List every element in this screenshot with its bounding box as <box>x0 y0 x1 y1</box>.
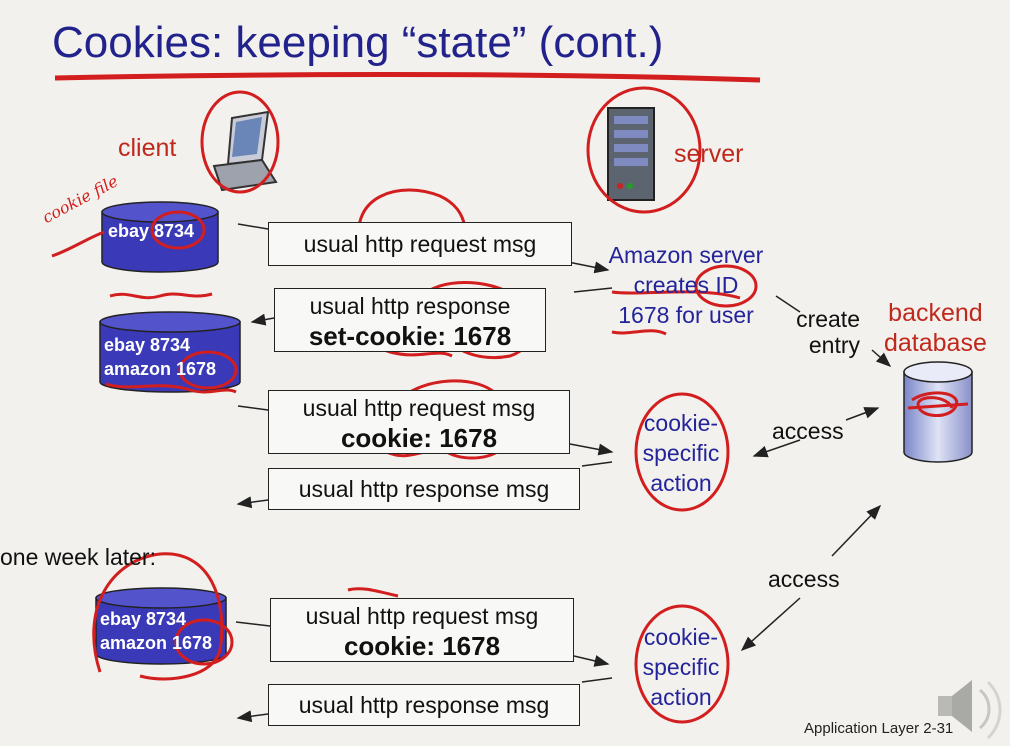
create-label-line-1: create <box>796 306 860 332</box>
action-line-3: action <box>650 684 712 710</box>
access-label-2: access <box>768 566 840 592</box>
message-text: usual http response msg <box>298 692 550 718</box>
server-label: server <box>674 140 744 168</box>
backend-label-line-1: backend <box>888 299 983 327</box>
cookie-specific-action-1: cookie- specific action <box>626 408 736 498</box>
title-underline <box>54 72 761 83</box>
action-line-2: specific <box>642 440 720 466</box>
one-week-later-label: one week later: <box>0 544 156 570</box>
backend-label-line-2: database <box>884 329 987 357</box>
message-text: usual http request msg <box>303 231 537 257</box>
message-response-set-cookie: usual http response set-cookie: 1678 <box>274 288 546 352</box>
set-cookie-header: set-cookie: 1678 <box>308 321 512 351</box>
message-response-3: usual http response msg <box>268 684 580 726</box>
disk2-entry-amazon: amazon 1678 <box>104 359 217 379</box>
message-text: usual http response msg <box>298 476 550 502</box>
disk3-entry-ebay: ebay 8734 <box>100 609 187 629</box>
create-label-line-2: entry <box>808 332 860 358</box>
message-response-2: usual http response msg <box>268 468 580 510</box>
action-line-3: action <box>650 470 712 496</box>
cookie-specific-action-2: cookie- specific action <box>626 622 736 712</box>
disk1-entry-ebay: ebay 8734 <box>108 221 195 241</box>
message-request-cookie-2: usual http request msg cookie: 1678 <box>270 598 574 662</box>
database-icon <box>903 361 973 463</box>
message-request-1: usual http request msg <box>268 222 572 266</box>
client-label: client <box>118 134 177 162</box>
amazon-note-line-3: 1678 for user <box>618 302 754 328</box>
access-label-1: access <box>772 418 844 444</box>
action-line-2: specific <box>642 654 720 680</box>
action-line-1: cookie- <box>643 624 719 650</box>
amazon-note-line-1: Amazon server <box>608 242 764 268</box>
cookie-header: cookie: 1678 <box>343 631 501 661</box>
message-text: usual http request msg <box>305 603 539 629</box>
slide-footer: Application Layer 2-31 <box>804 720 954 737</box>
amazon-server-note: Amazon server creates ID 1678 for user <box>596 240 776 330</box>
cookie-header: cookie: 1678 <box>340 423 498 453</box>
disk2-entry-ebay: ebay 8734 <box>104 335 191 355</box>
message-text: usual http response <box>309 293 511 319</box>
server-icon <box>607 107 655 201</box>
message-text: usual http request msg <box>302 395 536 421</box>
message-request-cookie-1: usual http request msg cookie: 1678 <box>268 390 570 454</box>
amazon-note-line-2: creates ID <box>633 272 739 298</box>
action-line-1: cookie- <box>643 410 719 436</box>
disk3-entry-amazon: amazon 1678 <box>100 633 213 653</box>
backend-database-label: backend database <box>884 298 987 358</box>
create-entry-label: create entry <box>784 306 860 358</box>
